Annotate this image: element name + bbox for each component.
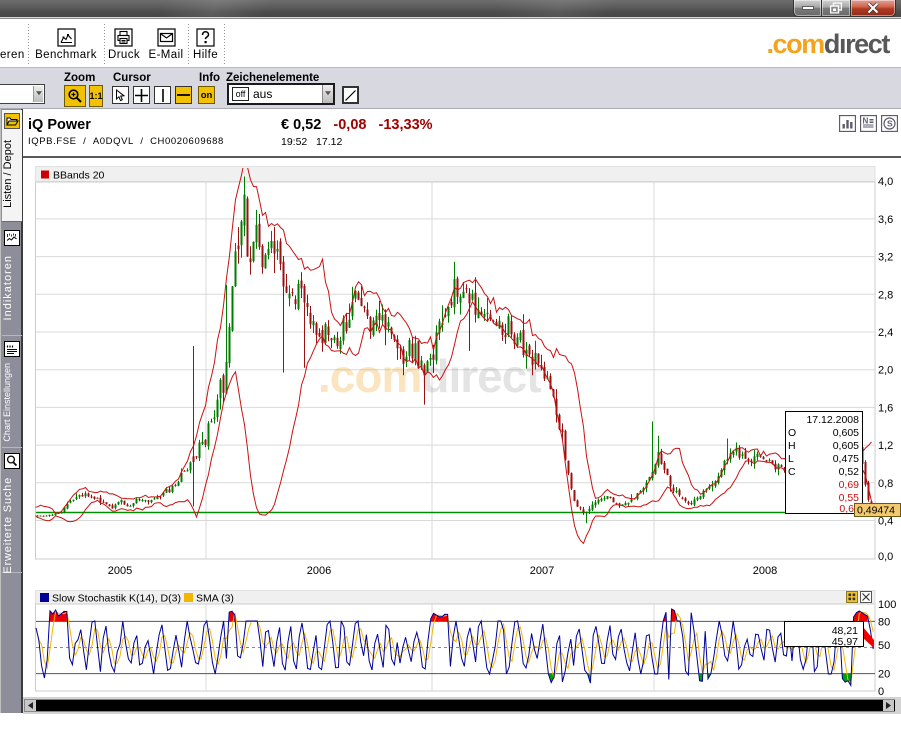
svg-text:3,2: 3,2 [878,252,893,264]
svg-text:2,0: 2,0 [878,365,893,377]
svg-text:100: 100 [878,599,896,611]
svg-text:2006: 2006 [307,565,331,577]
svg-text:17.12.2008: 17.12.2008 [806,414,859,426]
svg-text:0,475: 0,475 [833,453,859,465]
svg-text:1,6: 1,6 [878,402,893,414]
svg-text:C: C [788,466,796,478]
svg-text:80: 80 [878,616,890,628]
svg-text:0,69: 0,69 [839,479,860,491]
svg-text:0,52: 0,52 [839,466,860,478]
svg-text:O: O [788,427,796,439]
svg-text:SMA (3): SMA (3) [196,593,234,605]
svg-text:2008: 2008 [753,565,777,577]
svg-text:2,4: 2,4 [878,327,893,339]
svg-text:2007: 2007 [530,565,554,577]
svg-text:0,8: 0,8 [878,478,893,490]
svg-text:0,6: 0,6 [839,503,854,515]
svg-text:0,49474: 0,49474 [857,505,895,517]
svg-text:.comdırect: .comdırect [318,350,541,402]
svg-text:0,0: 0,0 [878,551,893,563]
svg-text:4,0: 4,0 [878,176,893,188]
svg-text:L: L [788,453,794,465]
svg-text:20: 20 [878,669,890,681]
svg-text:2005: 2005 [108,565,132,577]
svg-text:50: 50 [878,640,890,652]
svg-text:0,605: 0,605 [833,440,859,452]
svg-text:0,4: 0,4 [878,516,893,528]
svg-text:3,6: 3,6 [878,214,893,226]
svg-text:Slow Stochastik K(14), D(3): Slow Stochastik K(14), D(3) [52,593,181,605]
svg-text:0,605: 0,605 [833,427,859,439]
svg-text:BBands 20: BBands 20 [53,170,105,182]
svg-text:2,8: 2,8 [878,289,893,301]
svg-text:1,2: 1,2 [878,440,893,452]
svg-text:H: H [788,440,796,452]
svg-text:45,97: 45,97 [832,636,858,648]
